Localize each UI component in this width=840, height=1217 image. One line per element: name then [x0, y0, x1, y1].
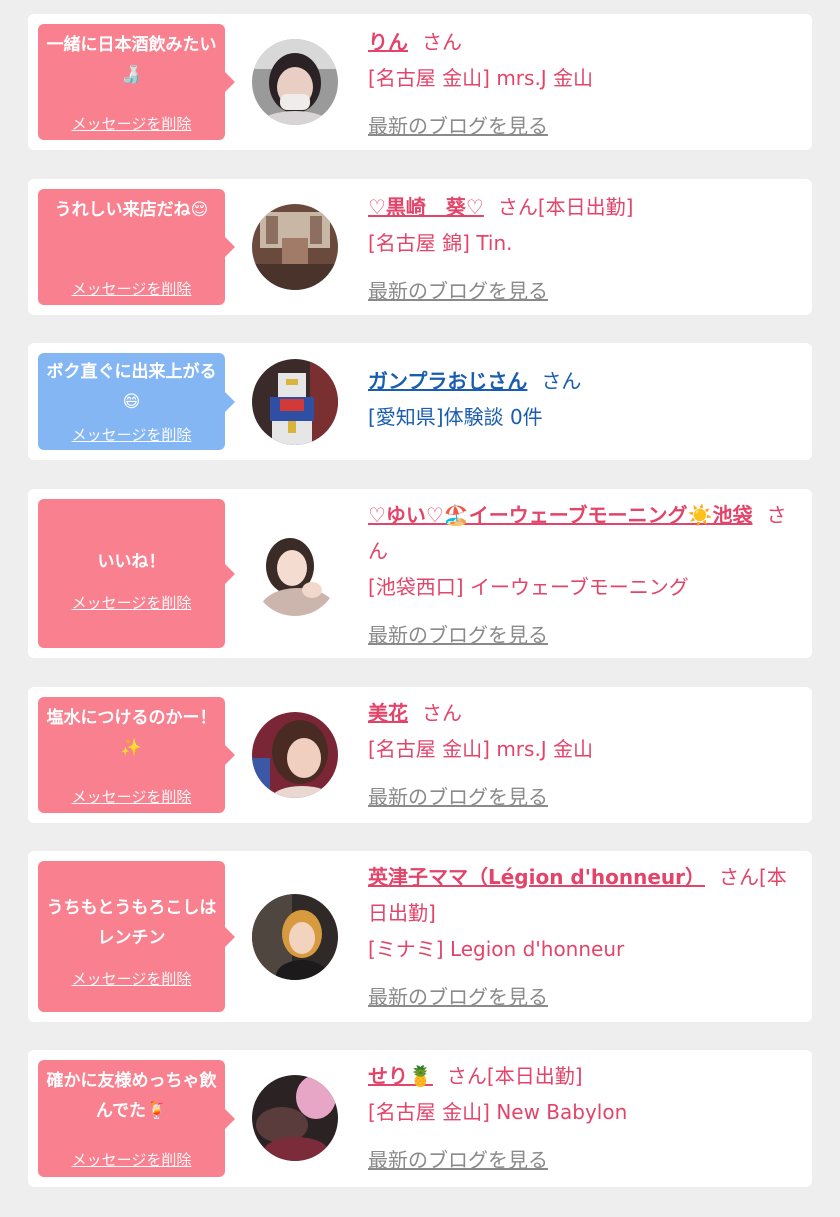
delete-message-link[interactable]: メッセージを削除 — [38, 1150, 225, 1170]
cast-name-link[interactable]: 英津子ママ（Légion d'honneur） — [368, 865, 705, 889]
avatar[interactable] — [252, 359, 338, 445]
delete-message-link[interactable]: メッセージを削除 — [38, 279, 225, 299]
message-card: ボク直ぐに出来上がる😄 メッセージを削除 ガンプラおじさん さん [愛知県]体験談… — [28, 343, 812, 460]
avatar[interactable] — [252, 1075, 338, 1161]
message-text: 塩水につけるのかー！✨ — [46, 708, 217, 758]
cast-name-link[interactable]: ♡ゆい♡🏖️イーウェーブモーニング☀️池袋 — [368, 503, 752, 527]
honorific: さん — [422, 701, 462, 725]
message-card: いいね！ メッセージを削除 ♡ゆい♡🏖️イーウェーブモーニング☀️池袋 さん [池… — [28, 489, 812, 658]
card-info: ガンプラおじさん さん [愛知県]体験談 0件 — [368, 363, 798, 435]
avatar-photo-woman-red — [252, 712, 338, 798]
cast-name-link[interactable]: せり🍍 — [368, 1064, 433, 1088]
avatar-photo-room — [252, 204, 338, 290]
honorific: さん — [422, 30, 462, 54]
shop-label: [名古屋 金山] New Babylon — [368, 1100, 628, 1124]
avatar-photo-woman-mask — [252, 39, 338, 125]
message-card: 塩水につけるのかー！✨ メッセージを削除 美花 さん [名古屋 金山] mrs.J… — [28, 687, 812, 823]
message-bubble: いいね！ メッセージを削除 — [38, 499, 235, 648]
avatar-photo-woman-bar — [252, 894, 338, 980]
message-bubble: 塩水につけるのかー！✨ メッセージを削除 — [38, 697, 235, 813]
message-bubble: ボク直ぐに出来上がる😄 メッセージを削除 — [38, 353, 235, 450]
view-blog-link[interactable]: 最新のブログを見る — [368, 273, 798, 309]
message-card: 確かに友様めっちゃ飲んでた🍹 メッセージを削除 せり🍍 さん[本日出勤] [名古屋… — [28, 1050, 812, 1187]
message-card: 一緒に日本酒飲みたい🍶 メッセージを削除 りん さん [名古屋 金山] mrs.J… — [28, 14, 812, 150]
message-bubble: うちもとうもろこしはレンチン メッセージを削除 — [38, 861, 235, 1012]
cast-name-link[interactable]: 美花 — [368, 701, 408, 725]
cast-name-link[interactable]: ガンプラおじさん — [368, 369, 527, 393]
honorific: さん — [541, 369, 582, 393]
card-info: せり🍍 さん[本日出勤] [名古屋 金山] New Babylon 最新のブログを… — [368, 1058, 798, 1178]
shop-label: [名古屋 金山] mrs.J 金山 — [368, 66, 594, 90]
avatar-photo-gundam — [252, 359, 338, 445]
avatar-photo-woman-pose — [252, 530, 338, 616]
avatar[interactable] — [252, 894, 338, 980]
avatar[interactable] — [252, 39, 338, 125]
card-info: ♡黒崎 葵♡ さん[本日出勤] [名古屋 錦] Tin. 最新のブログを見る — [368, 189, 798, 309]
message-card: うれしい来店だね😌 メッセージを削除 ♡黒崎 葵♡ さん[本日出勤] [名古屋 錦… — [28, 179, 812, 315]
card-info: 英津子ママ（Légion d'honneur） さん[本日出勤] [ミナミ] Le… — [368, 859, 798, 1015]
message-text: ボク直ぐに出来上がる😄 — [46, 362, 217, 412]
card-info: 美花 さん [名古屋 金山] mrs.J 金山 最新のブログを見る — [368, 695, 798, 815]
delete-message-link[interactable]: メッセージを削除 — [38, 787, 225, 807]
honorific: さん[本日出勤] — [497, 195, 634, 219]
delete-message-link[interactable]: メッセージを削除 — [38, 425, 225, 445]
honorific: さん[本日出勤] — [446, 1064, 583, 1088]
view-blog-link[interactable]: 最新のブログを見る — [368, 617, 798, 653]
avatar[interactable] — [252, 530, 338, 616]
view-blog-link[interactable]: 最新のブログを見る — [368, 779, 798, 815]
message-text: 一緒に日本酒飲みたい🍶 — [46, 35, 217, 85]
cast-name-link[interactable]: ♡黒崎 葵♡ — [368, 195, 484, 219]
message-feed: 一緒に日本酒飲みたい🍶 メッセージを削除 りん さん [名古屋 金山] mrs.J… — [0, 0, 840, 1217]
message-text: うれしい来店だね😌 — [54, 200, 209, 220]
avatar-photo-dark — [252, 1075, 338, 1161]
message-bubble: 確かに友様めっちゃ飲んでた🍹 メッセージを削除 — [38, 1060, 235, 1177]
shop-label: [ミナミ] Legion d'honneur — [368, 937, 625, 961]
message-text: うちもとうもろこしはレンチン — [46, 898, 217, 948]
message-card: うちもとうもろこしはレンチン メッセージを削除 英津子ママ（Légion d'h… — [28, 851, 812, 1022]
message-bubble: うれしい来店だね😌 メッセージを削除 — [38, 189, 235, 305]
card-info: ♡ゆい♡🏖️イーウェーブモーニング☀️池袋 さん [池袋西口] イーウェーブモーニ… — [368, 497, 798, 653]
shop-label: [池袋西口] イーウェーブモーニング — [368, 575, 689, 599]
cast-name-link[interactable]: りん — [368, 30, 408, 54]
shop-label: [名古屋 金山] mrs.J 金山 — [368, 737, 594, 761]
view-blog-link[interactable]: 最新のブログを見る — [368, 1142, 798, 1178]
message-bubble: 一緒に日本酒飲みたい🍶 メッセージを削除 — [38, 24, 235, 140]
delete-message-link[interactable]: メッセージを削除 — [38, 969, 225, 989]
message-text: 確かに友様めっちゃ飲んでた🍹 — [46, 1071, 217, 1121]
delete-message-link[interactable]: メッセージを削除 — [38, 593, 225, 613]
delete-message-link[interactable]: メッセージを削除 — [38, 114, 225, 134]
view-blog-link[interactable]: 最新のブログを見る — [368, 979, 798, 1015]
card-info: りん さん [名古屋 金山] mrs.J 金山 最新のブログを見る — [368, 24, 798, 144]
shop-label: [名古屋 錦] Tin. — [368, 231, 513, 255]
message-text: いいね！ — [97, 552, 166, 572]
avatar[interactable] — [252, 204, 338, 290]
shop-label: [愛知県]体験談 0件 — [368, 405, 543, 429]
view-blog-link[interactable]: 最新のブログを見る — [368, 108, 798, 144]
avatar[interactable] — [252, 712, 338, 798]
